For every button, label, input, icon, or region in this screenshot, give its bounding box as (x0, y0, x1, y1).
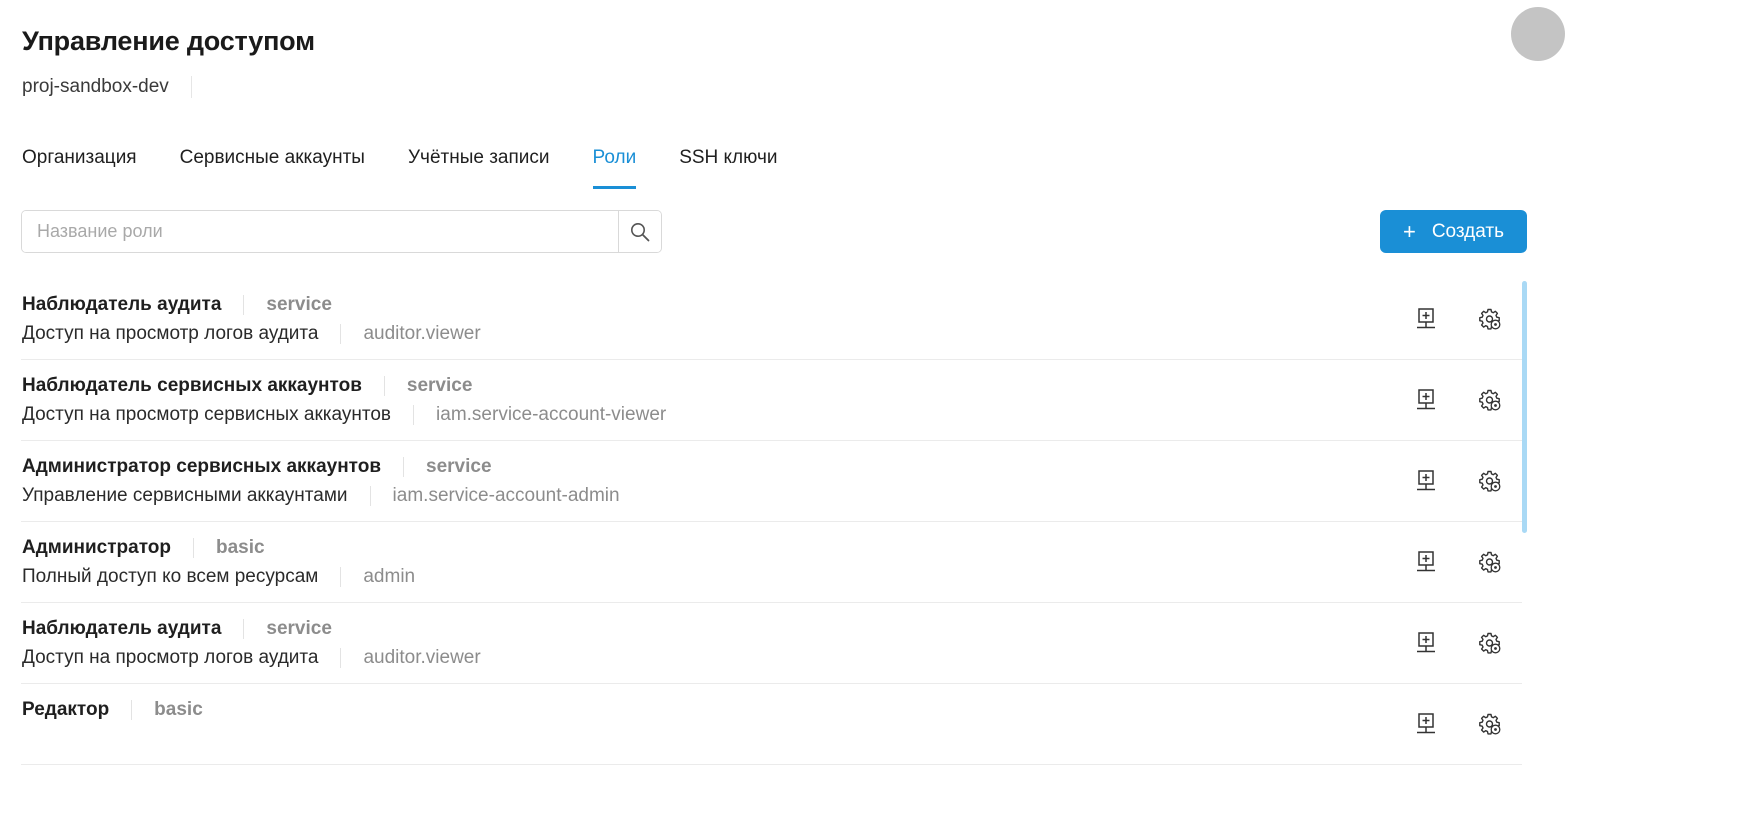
role-description: Доступ на просмотр сервисных аккаунтов (22, 404, 392, 425)
role-settings-button[interactable] (1477, 630, 1503, 656)
role-description: Управление сервисными аккаунтами (22, 485, 348, 506)
role-name: Администратор сервисных аккаунтов (22, 456, 382, 477)
assign-role-button[interactable] (1413, 630, 1439, 656)
role-id: auditor.viewer (363, 647, 481, 668)
role-type: service (406, 375, 473, 396)
role-row[interactable]: Наблюдатель сервисных аккаунтов service … (21, 360, 1522, 441)
divider (243, 619, 245, 639)
gear-settings-icon (1479, 632, 1501, 654)
user-avatar[interactable] (1511, 7, 1565, 61)
divider (131, 700, 133, 720)
tab-user-accounts[interactable]: Учётные записи (408, 138, 550, 190)
gear-settings-icon (1479, 389, 1501, 411)
role-settings-button[interactable] (1477, 711, 1503, 737)
create-button-label: Создать (1431, 220, 1505, 242)
role-type: basic (216, 537, 265, 558)
assign-role-icon (1417, 308, 1435, 329)
assign-role-button[interactable] (1413, 711, 1439, 737)
tab-roles[interactable]: Роли (592, 138, 636, 190)
role-id: admin (363, 566, 416, 587)
role-id: auditor.viewer (363, 323, 481, 344)
assign-role-button[interactable] (1413, 387, 1439, 413)
tab-organization[interactable]: Организация (22, 138, 137, 190)
project-name[interactable]: proj-sandbox-dev (22, 76, 169, 98)
role-settings-button[interactable] (1477, 549, 1503, 575)
divider (340, 324, 342, 344)
assign-role-button[interactable] (1413, 549, 1439, 575)
role-name: Наблюдатель аудита (22, 294, 222, 315)
divider (190, 76, 192, 98)
role-settings-button[interactable] (1477, 468, 1503, 494)
role-name: Администратор (22, 537, 171, 558)
role-row[interactable]: Наблюдатель аудита service Доступ на про… (21, 279, 1522, 360)
assign-role-icon (1417, 713, 1435, 734)
plus-icon: + (1402, 218, 1416, 244)
role-description: Доступ на просмотр логов аудита (22, 647, 319, 668)
role-type: service (266, 618, 332, 639)
role-id: iam.service-account-viewer (436, 404, 667, 425)
divider (403, 457, 405, 477)
role-row[interactable]: Наблюдатель аудита service Доступ на про… (21, 603, 1522, 684)
scrollbar-thumb[interactable] (1522, 281, 1527, 533)
role-settings-button[interactable] (1477, 387, 1503, 413)
tab-ssh-keys[interactable]: SSH ключи (679, 138, 777, 190)
search-box (21, 210, 662, 253)
gear-settings-icon (1479, 470, 1501, 492)
search-icon (631, 222, 650, 241)
role-settings-button[interactable] (1477, 306, 1503, 332)
role-description: Полный доступ ко всем ресурсам (22, 566, 319, 587)
gear-settings-icon (1479, 713, 1501, 735)
page-title: Управление доступом (22, 26, 315, 56)
divider (243, 295, 245, 315)
assign-role-icon (1417, 470, 1435, 491)
assign-role-button[interactable] (1413, 468, 1439, 494)
role-row[interactable]: Администратор basic Полный доступ ко все… (21, 522, 1522, 603)
gear-settings-icon (1479, 551, 1501, 573)
gear-settings-icon (1479, 308, 1501, 330)
role-type: service (266, 294, 332, 315)
role-row[interactable]: Администратор сервисных аккаунтов servic… (21, 441, 1522, 522)
role-name: Наблюдатель сервисных аккаунтов (22, 375, 362, 396)
role-type: basic (154, 699, 203, 720)
role-row[interactable]: Редактор basic (21, 684, 1522, 765)
roles-list: Наблюдатель аудита service Доступ на про… (21, 279, 1522, 833)
assign-role-icon (1417, 551, 1435, 572)
tabs-bar: Организация Сервисные аккаунты Учётные з… (22, 138, 821, 190)
search-button[interactable] (618, 211, 661, 252)
tab-service-accounts[interactable]: Сервисные аккаунты (180, 138, 365, 190)
role-id: iam.service-account-admin (392, 485, 620, 506)
divider (383, 376, 385, 396)
role-name: Наблюдатель аудита (22, 618, 222, 639)
project-selector[interactable]: proj-sandbox-dev (22, 74, 192, 100)
assign-role-icon (1417, 389, 1435, 410)
role-type: service (426, 456, 492, 477)
search-input[interactable] (22, 211, 618, 252)
divider (340, 567, 342, 587)
assign-role-icon (1417, 632, 1435, 653)
role-name: Редактор (22, 699, 110, 720)
assign-role-button[interactable] (1413, 306, 1439, 332)
divider (413, 405, 415, 425)
divider (340, 648, 342, 668)
role-description: Доступ на просмотр логов аудита (22, 323, 319, 344)
divider (369, 486, 371, 506)
divider (193, 538, 194, 558)
create-role-button[interactable]: + Создать (1380, 210, 1527, 253)
